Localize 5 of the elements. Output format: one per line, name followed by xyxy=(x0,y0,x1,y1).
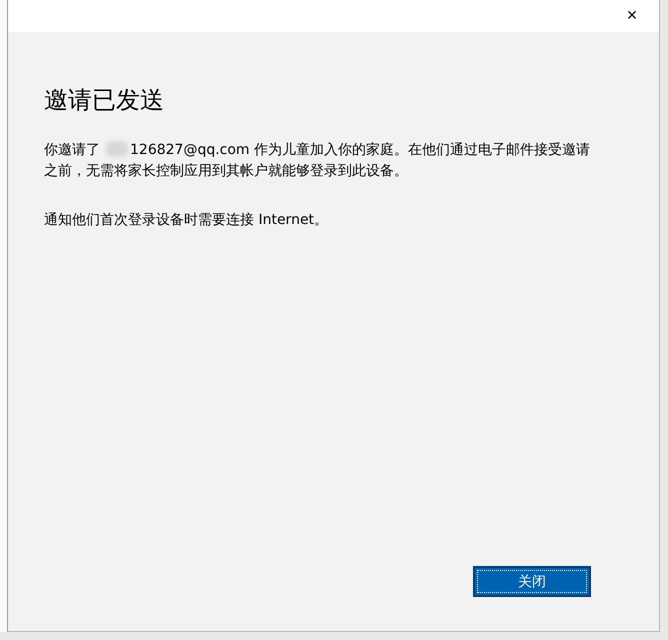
dialog-title: 邀请已发送 xyxy=(44,85,165,116)
message-text: 通知他们首次登录设备时需要连接 Internet。 xyxy=(44,211,330,230)
close-button[interactable]: ✕ xyxy=(617,2,647,30)
message-text: 你邀请了 126827@qq.com 作为儿童加入你的家庭。在他们通过电子邮件接受邀请之前，无需将家长控制应用到其帐户就能够登录到此设备。 xyxy=(44,140,592,181)
close-button[interactable]: 关闭 xyxy=(473,566,591,597)
